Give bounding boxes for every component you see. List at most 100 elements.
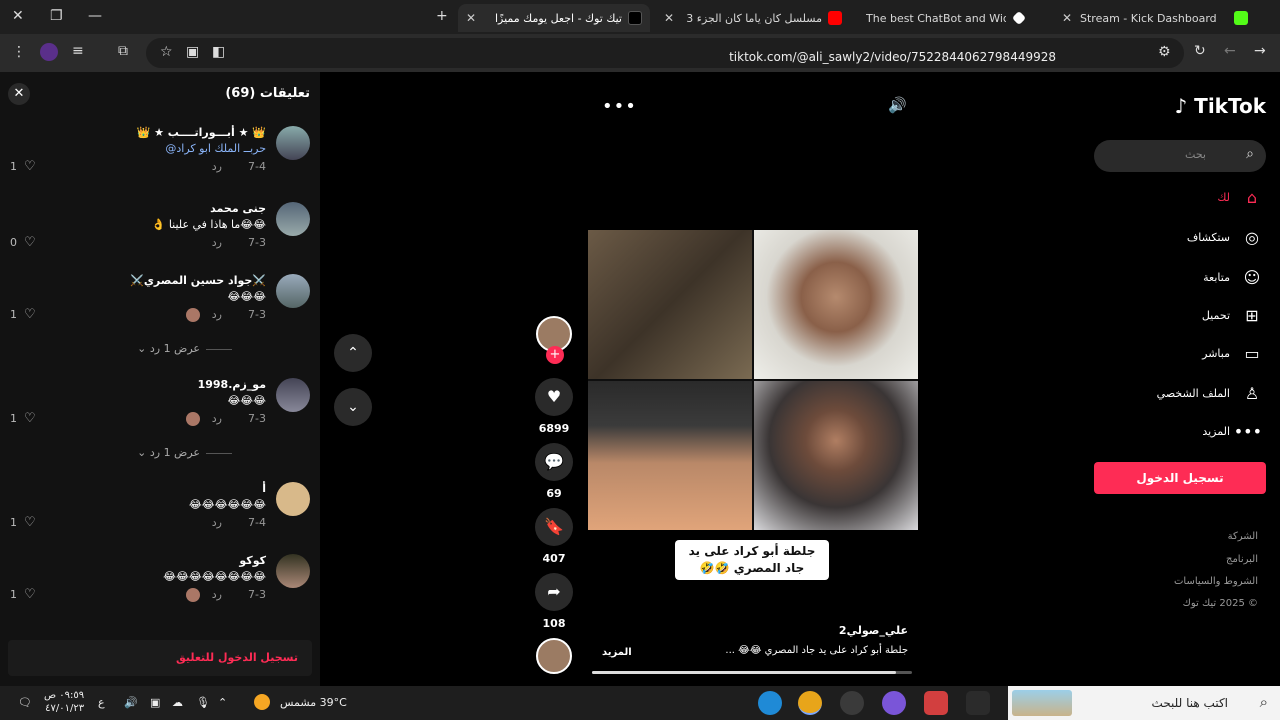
sidebar-item-explore[interactable]: ◎ ستكشاف [1094,226,1266,250]
footer-company-link[interactable]: الشركة [1228,531,1258,542]
sidebar-toggle-icon[interactable]: ◧ [212,44,225,60]
profile-avatar[interactable] [40,43,58,61]
avatar[interactable] [276,554,310,588]
comment-button[interactable]: 💬 [535,443,573,481]
reload-icon[interactable]: ↻ [1194,43,1206,59]
heart-icon[interactable]: ♡ [24,515,36,530]
footer-program-link[interactable]: البرنامج [1226,554,1258,565]
description-more-link[interactable]: المزيد [602,647,632,658]
weather-widget[interactable]: 39°C مشمس [280,696,347,709]
comment-author[interactable]: كوكو [239,554,266,567]
video-player[interactable] [588,230,918,530]
comment-login-bar[interactable]: تسجيل الدخول للتعليق [8,640,312,676]
taskbar-clock[interactable]: ٠٩:٥٩ ص ٤٧/٠١/٢٣ [44,689,84,715]
footer-terms-link[interactable]: الشروط والسياسات [1174,576,1258,587]
video-author[interactable]: علي_صولي2 [839,624,908,637]
chatbot-favicon-icon [1011,10,1027,26]
tiktok-logo[interactable]: ♪ TikTok [1174,94,1266,118]
onedrive-icon[interactable]: ☁ [172,696,183,709]
comment-date: 7-3 [248,236,266,249]
like-count: 1 [10,308,17,321]
close-tab-icon[interactable]: ✕ [1062,11,1072,25]
taskbar-app-steam[interactable] [966,691,990,715]
view-replies-button[interactable]: عرض 1 رد ⌄ [137,446,232,459]
avatar[interactable] [276,378,310,412]
music-avatar[interactable] [536,638,572,674]
minimize-window-icon[interactable]: — [88,8,102,24]
restore-window-icon[interactable]: ❐ [50,8,63,24]
search-icon[interactable]: ⌕ [1246,146,1254,162]
taskbar-app-chrome[interactable] [798,691,822,715]
taskbar-app-red[interactable] [924,691,948,715]
comment-author[interactable]: أ [262,482,266,495]
follow-plus-icon[interactable]: + [546,346,564,364]
taskbar-search-box[interactable]: اكتب هنا للبحث ⌕ [1008,686,1280,720]
next-video-button[interactable]: ⌄ [334,388,372,426]
site-settings-icon[interactable]: ⚙ [1158,44,1171,60]
comment-author[interactable]: ⚔️جواد حسين المصري⚔️ [130,274,266,287]
search-input[interactable]: بحث ⌕ [1094,140,1266,172]
share-button[interactable]: ➦ [535,573,573,611]
tab-search-icon[interactable]: ≡ [72,43,84,59]
heart-icon[interactable]: ♡ [24,235,36,250]
avatar[interactable] [276,202,310,236]
avatar[interactable] [276,482,310,516]
sidebar-item-profile[interactable]: ♙ الملف الشخصي [1094,382,1266,406]
comment-author[interactable]: 👑 ★ أبـــوراتــــب ★ 👑 [137,126,266,139]
close-tab-icon[interactable]: ✕ [664,11,674,25]
avatar[interactable] [276,274,310,308]
following-icon: ☺ [1243,268,1261,287]
tray-chevron-icon[interactable]: ⌃ [218,696,227,709]
taskbar-app-edge[interactable] [758,691,782,715]
sidebar-item-upload[interactable]: ⊞ تحميل [1094,304,1266,328]
close-window-icon[interactable]: ✕ [12,8,24,24]
reply-button[interactable]: رد [212,308,222,321]
tab-kick[interactable]: ✕ Stream - Kick Dashboard [1058,4,1248,32]
reply-button[interactable]: رد [212,160,222,173]
heart-icon[interactable]: ♡ [24,587,36,602]
reply-button[interactable]: رد [212,412,222,425]
comment-author[interactable]: جنى محمد [210,202,266,215]
forward-icon[interactable]: → [1254,43,1266,59]
microphone-icon[interactable]: 🎙 [196,696,210,709]
heart-icon[interactable]: ♡ [24,411,36,426]
tab-tiktok[interactable]: تيك توك - اجعل يومك مميزًا ✕ [458,4,650,32]
close-comments-button[interactable]: ✕ [8,83,30,105]
sidebar-item-live[interactable]: ▭ مباشر [1094,342,1266,366]
menu-icon[interactable]: ⋮ [12,44,26,60]
bookmark-star-icon[interactable]: ☆ [160,44,173,60]
camera-icon[interactable]: ▣ [150,696,160,709]
new-tab-icon[interactable]: + [436,8,448,24]
taskbar-app-obs[interactable] [840,691,864,715]
bookmark-button[interactable]: 🔖 [535,508,573,546]
back-icon[interactable]: ← [1224,43,1236,59]
like-button[interactable]: ♥ [535,378,573,416]
avatar[interactable] [276,126,310,160]
volume-icon[interactable]: 🔊 [888,96,907,114]
notifications-icon[interactable]: 🗨 [18,696,32,709]
sidebar-item-more[interactable]: ••• المزيد [1094,420,1266,444]
comment-login-link[interactable]: تسجيل الدخول للتعليق [176,651,298,664]
login-button[interactable]: تسجيل الدخول [1094,462,1266,494]
url-box[interactable]: ☆ ▣ ◧ tiktok.com/@ali_sawly2/video/75228… [146,38,1184,68]
taskbar-app-purple[interactable] [882,691,906,715]
language-indicator[interactable]: ع [98,696,105,709]
tab-youtube[interactable]: مسلسل كان ياما كان الجزء 3 الثالث ✕ [660,4,850,32]
collections-icon[interactable]: ▣ [186,44,199,60]
sidebar-item-following[interactable]: ☺ متابعة [1094,266,1266,290]
reply-button[interactable]: رد [212,516,222,529]
reply-button[interactable]: رد [212,236,222,249]
comment-author[interactable]: مو_زم.1998 [198,378,266,391]
heart-icon[interactable]: ♡ [24,159,36,174]
video-progress-bar[interactable] [592,671,912,674]
tab-chatbot[interactable]: The best ChatBot and Widgets [858,4,1048,32]
reply-button[interactable]: رد [212,588,222,601]
close-tab-icon[interactable]: ✕ [466,11,476,25]
previous-video-button[interactable]: ⌃ [334,334,372,372]
view-replies-button[interactable]: عرض 1 رد ⌄ [137,342,232,355]
heart-icon[interactable]: ♡ [24,307,36,322]
extensions-icon[interactable]: ⧉ [118,43,128,59]
sidebar-item-for-you[interactable]: ⌂ لك [1094,186,1266,210]
volume-icon[interactable]: 🔊 [124,696,138,709]
more-options-icon[interactable]: ••• [602,96,637,117]
